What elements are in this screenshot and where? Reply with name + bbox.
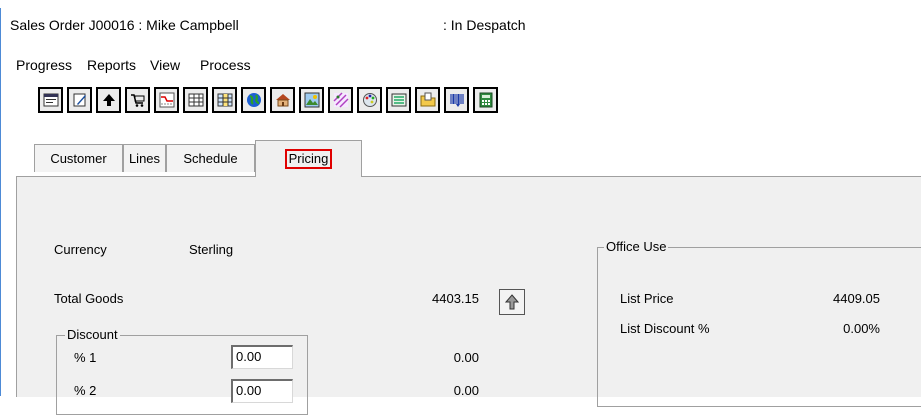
tab-schedule-label: Schedule (183, 151, 238, 166)
chart-button[interactable] (154, 87, 179, 113)
pattern-button[interactable] (328, 87, 353, 113)
image-button[interactable] (299, 87, 324, 113)
menu-reports[interactable]: Reports (87, 57, 136, 73)
folder-icon (420, 92, 435, 107)
house-icon (275, 94, 290, 107)
cart-icon (130, 94, 144, 107)
currency-value: Sterling (189, 242, 234, 257)
tab-lines-label: Lines (128, 151, 161, 166)
up-arrow-icon (102, 94, 115, 106)
cart-button[interactable] (125, 87, 150, 113)
order-status: : In Despatch (443, 17, 526, 33)
house-button[interactable] (270, 87, 295, 113)
tab-customer-label: Customer (50, 151, 107, 166)
up-arrow-icon (505, 294, 519, 310)
menu-process[interactable]: Process (200, 57, 251, 73)
list-icon (391, 93, 406, 107)
edit-button[interactable] (67, 87, 92, 113)
currency-label: Currency (54, 242, 107, 257)
properties-button[interactable] (38, 87, 63, 113)
discount-2-input[interactable]: 0.00 (231, 379, 293, 403)
window-title: Sales Order J00016 : Mike Campbell (10, 17, 239, 33)
palette-button[interactable] (357, 87, 382, 113)
barcode-button[interactable] (444, 87, 469, 113)
tab-customer[interactable]: Customer (34, 144, 123, 172)
calculator-button[interactable] (473, 87, 498, 113)
grid-color-icon (217, 93, 232, 107)
office-use-legend: Office Use (604, 239, 669, 254)
chart-icon (159, 92, 174, 108)
grid-icon (188, 93, 203, 107)
grid-button[interactable] (183, 87, 208, 113)
discount-1-input[interactable]: 0.00 (231, 345, 293, 369)
recalculate-button[interactable] (499, 289, 525, 315)
discount-legend: Discount (65, 327, 120, 342)
list-discount-label: List Discount % (620, 321, 710, 336)
properties-icon (43, 93, 58, 107)
tab-schedule[interactable]: Schedule (166, 144, 255, 172)
list-discount-value: 0.00% (843, 321, 880, 336)
globe-button[interactable] (241, 87, 266, 113)
discount-1-value: 0.00 (453, 350, 479, 365)
globe-icon (246, 93, 261, 107)
up-button[interactable] (96, 87, 121, 113)
barcode-icon (449, 94, 464, 107)
tab-lines[interactable]: Lines (123, 144, 166, 172)
menu-view[interactable]: View (150, 57, 180, 73)
pattern-icon (332, 92, 349, 108)
tab-pricing[interactable]: Pricing (255, 140, 362, 177)
tab-pricing-label: Pricing (284, 149, 333, 169)
grid-color-button[interactable] (212, 87, 237, 113)
discount-1-label: % 1 (74, 350, 97, 365)
list-price-label: List Price (620, 291, 674, 306)
image-icon (304, 92, 319, 108)
folder-button[interactable] (415, 87, 440, 113)
total-goods-value: 4403.15 (432, 291, 479, 306)
calculator-icon (479, 92, 492, 108)
total-goods-label: Total Goods (54, 291, 124, 306)
palette-icon (362, 93, 377, 107)
menu-progress[interactable]: Progress (16, 57, 72, 73)
list-price-value: 4409.05 (833, 291, 880, 306)
edit-icon (73, 93, 86, 107)
list-button[interactable] (386, 87, 411, 113)
